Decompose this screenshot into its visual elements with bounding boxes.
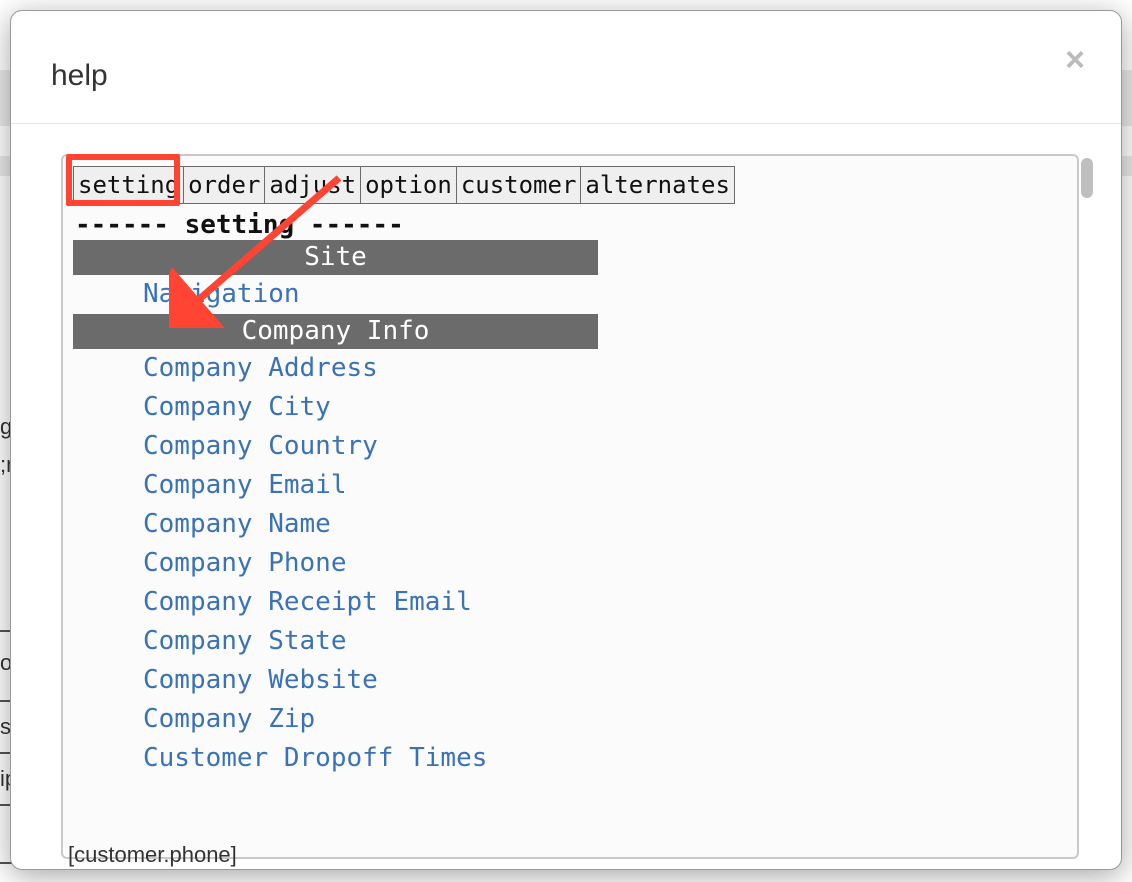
link-company-receipt-email[interactable]: Company Receipt Email (73, 583, 598, 622)
tab-adjust[interactable]: adjust (265, 167, 361, 204)
tabs-row: setting order adjust option customer alt… (73, 166, 735, 204)
help-modal: help × setting order adjust option custo… (10, 10, 1122, 870)
modal-body: setting order adjust option customer alt… (11, 124, 1121, 869)
modal-title: help (51, 59, 108, 93)
scrollbar-thumb[interactable] (1081, 158, 1093, 198)
block-heading: Site (73, 240, 598, 275)
block-heading: Company Info (73, 314, 598, 349)
bg-text: [customer.phone] (68, 842, 237, 868)
tab-alternates[interactable]: alternates (581, 167, 735, 204)
link-company-phone[interactable]: Company Phone (73, 544, 598, 583)
modal-header: help × (11, 11, 1121, 124)
link-company-state[interactable]: Company State (73, 622, 598, 661)
block-site: Site Navigation (73, 240, 598, 314)
tab-option[interactable]: option (361, 167, 457, 204)
link-company-city[interactable]: Company City (73, 388, 598, 427)
link-company-name[interactable]: Company Name (73, 505, 598, 544)
close-icon[interactable]: × (1065, 43, 1085, 77)
tab-order[interactable]: order (184, 167, 265, 204)
link-navigation[interactable]: Navigation (73, 275, 598, 314)
link-customer-dropoff-times[interactable]: Customer Dropoff Times (73, 739, 598, 778)
link-company-address[interactable]: Company Address (73, 349, 598, 388)
section-heading: ------ setting ------ (73, 210, 1067, 240)
link-company-country[interactable]: Company Country (73, 427, 598, 466)
tab-setting[interactable]: setting (74, 167, 184, 204)
link-company-website[interactable]: Company Website (73, 661, 598, 700)
link-company-zip[interactable]: Company Zip (73, 700, 598, 739)
tab-customer[interactable]: customer (456, 167, 581, 204)
help-content: setting order adjust option customer alt… (61, 154, 1079, 859)
link-company-email[interactable]: Company Email (73, 466, 598, 505)
block-company-info: Company Info Company Address Company Cit… (73, 314, 598, 778)
